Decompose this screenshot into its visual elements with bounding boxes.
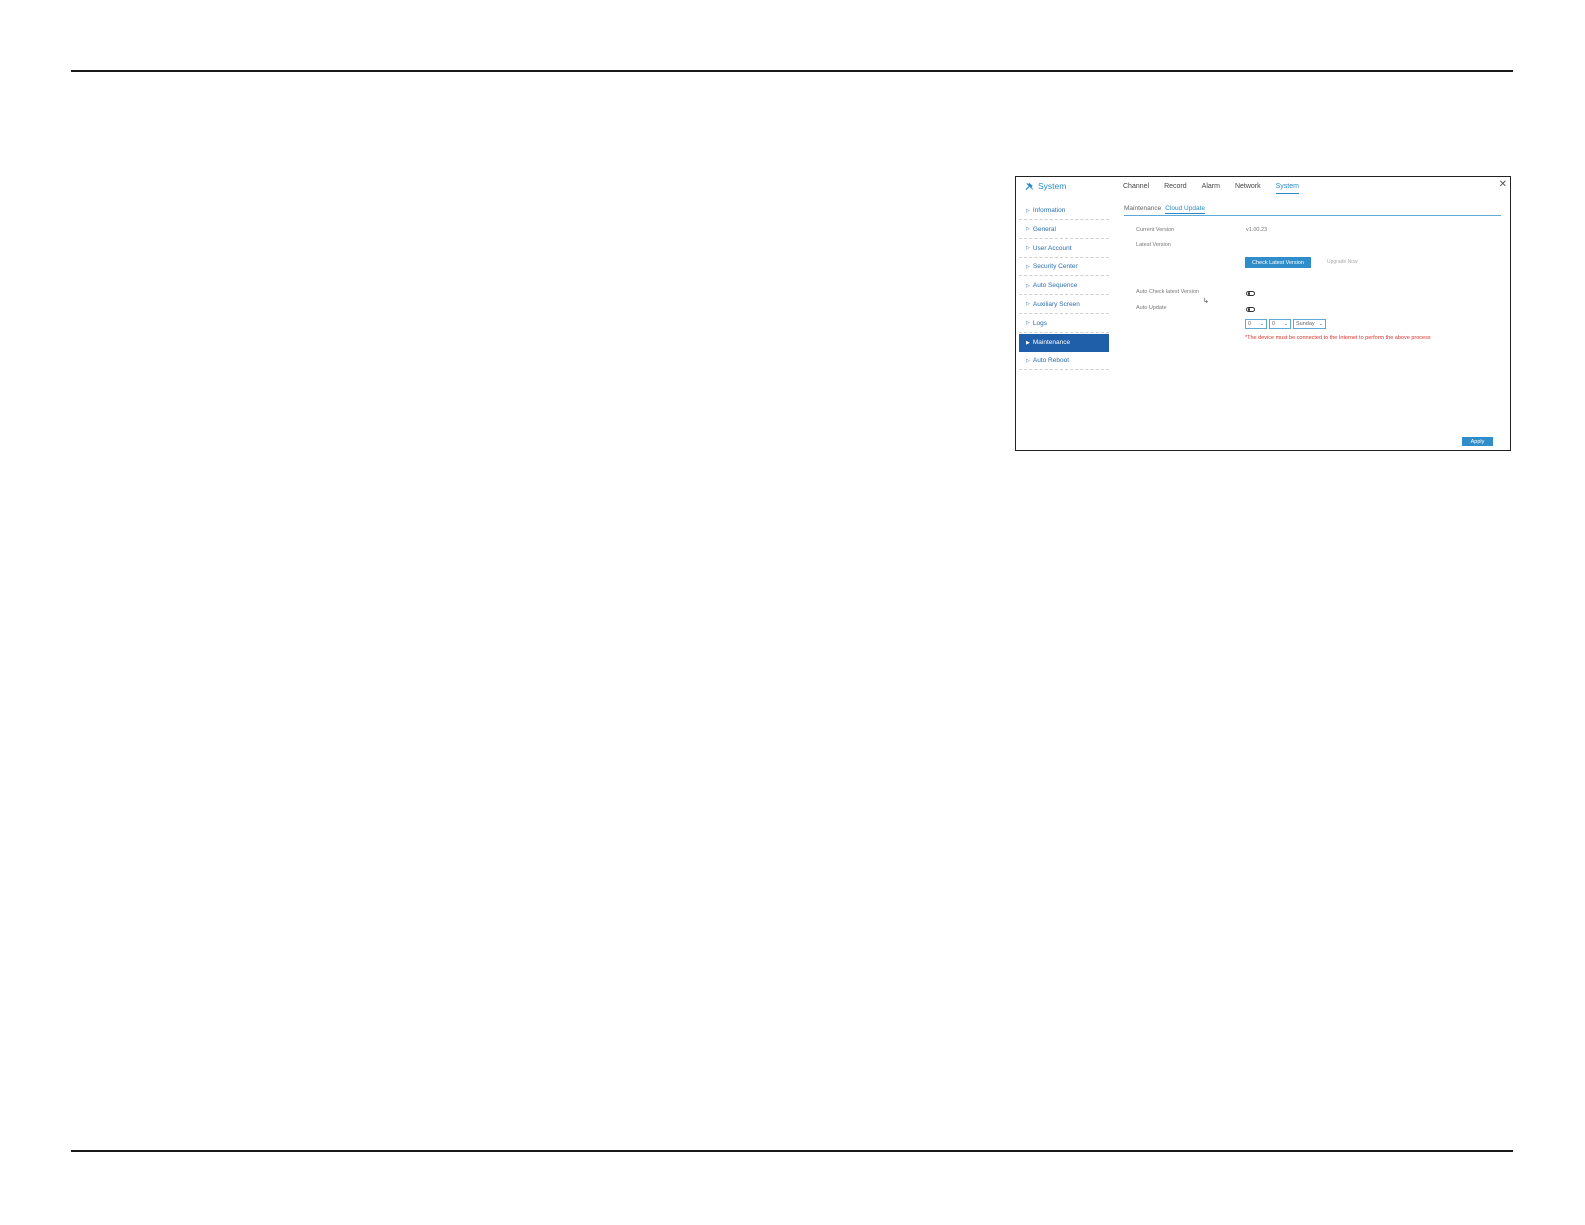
sidebar-item-label: User Account bbox=[1032, 244, 1072, 252]
close-icon[interactable]: ✕ bbox=[1499, 180, 1507, 190]
triangle-right-icon: ▶ bbox=[1026, 339, 1030, 346]
tab-alarm[interactable]: Alarm bbox=[1202, 183, 1220, 194]
tab-network[interactable]: Network bbox=[1235, 183, 1261, 194]
triangle-right-icon: ▷ bbox=[1026, 245, 1030, 252]
sidebar-item-user-account[interactable]: ▷ User Account bbox=[1019, 240, 1109, 258]
apply-button[interactable]: Apply bbox=[1462, 437, 1493, 446]
sidebar-item-general[interactable]: ▷ General bbox=[1019, 221, 1109, 239]
triangle-right-icon: ▷ bbox=[1026, 226, 1030, 233]
sidebar-item-label: Auto Sequence bbox=[1032, 282, 1078, 290]
auto-check-toggle[interactable] bbox=[1246, 291, 1255, 296]
upgrade-now-button[interactable]: Upgrade Now bbox=[1327, 259, 1358, 265]
top-tabs: Channel Record Alarm Network System bbox=[1123, 183, 1314, 194]
current-version-value: v1.00.23 bbox=[1246, 227, 1268, 233]
sidebar-item-maintenance[interactable]: ▶ Maintenance bbox=[1019, 333, 1109, 352]
sidebar-item-information[interactable]: ▷ Information bbox=[1019, 202, 1109, 220]
current-version-label: Current Version bbox=[1136, 227, 1175, 233]
sidebar-item-label: Maintenance bbox=[1032, 339, 1071, 347]
chevron-down-icon: ⌄ bbox=[1283, 321, 1288, 327]
system-title-text: System bbox=[1038, 181, 1067, 191]
top-rule bbox=[71, 70, 1513, 72]
internet-warning: *The device must be connected to the Int… bbox=[1245, 335, 1431, 341]
auto-update-label: Auto Update bbox=[1136, 305, 1167, 311]
tab-cloud-update[interactable]: Cloud Update bbox=[1165, 205, 1205, 214]
sidebar-item-label: Logs bbox=[1032, 319, 1047, 327]
chevron-down-icon: ⌄ bbox=[1259, 321, 1264, 327]
triangle-right-icon: ▷ bbox=[1026, 320, 1030, 327]
hour-select[interactable]: 0 ⌄ bbox=[1245, 319, 1267, 329]
panel-header: System Channel Record Alarm Network Syst… bbox=[1016, 177, 1510, 199]
triangle-right-icon: ▷ bbox=[1026, 282, 1030, 289]
minute-select-value: 0 bbox=[1272, 321, 1276, 327]
bottom-rule bbox=[71, 1150, 1513, 1152]
triangle-right-icon: ▷ bbox=[1026, 357, 1030, 364]
sidebar-item-label: Security Center bbox=[1032, 263, 1078, 271]
sidebar: ▷ Information ▷ General ▷ User Account ▷… bbox=[1019, 202, 1109, 371]
sub-tabs: Maintenance Cloud Update bbox=[1124, 205, 1501, 216]
triangle-right-icon: ▷ bbox=[1026, 263, 1030, 270]
system-settings-screenshot: System Channel Record Alarm Network Syst… bbox=[1015, 176, 1511, 451]
system-title: System bbox=[1025, 181, 1066, 191]
day-select-value: Sunday bbox=[1296, 321, 1315, 327]
minute-select[interactable]: 0 ⌄ bbox=[1269, 319, 1291, 329]
auto-check-label: Auto Check latest Version bbox=[1136, 289, 1199, 295]
sidebar-item-security-center[interactable]: ▷ Security Center bbox=[1019, 258, 1109, 277]
auto-update-toggle[interactable] bbox=[1246, 307, 1255, 312]
triangle-right-icon: ▷ bbox=[1026, 301, 1030, 308]
latest-version-label: Latest Version bbox=[1136, 242, 1171, 248]
hour-select-value: 0 bbox=[1248, 321, 1252, 327]
sidebar-item-auto-reboot[interactable]: ▷ Auto Reboot bbox=[1019, 352, 1109, 371]
triangle-right-icon: ▷ bbox=[1026, 207, 1030, 214]
sidebar-item-label: Auxiliary Screen bbox=[1032, 300, 1080, 308]
tab-maintenance[interactable]: Maintenance bbox=[1124, 205, 1161, 214]
sidebar-item-label: Auto Reboot bbox=[1032, 357, 1069, 365]
sidebar-item-logs[interactable]: ▷ Logs bbox=[1019, 315, 1109, 333]
chevron-down-icon: ⌄ bbox=[1318, 321, 1323, 327]
tab-channel[interactable]: Channel bbox=[1123, 183, 1149, 194]
day-select[interactable]: Sunday ⌄ bbox=[1293, 319, 1326, 329]
check-latest-version-button[interactable]: Check Latest Version bbox=[1245, 257, 1311, 268]
mouse-cursor-icon: ↳ bbox=[1203, 298, 1209, 305]
cloud-update-content: Maintenance Cloud Update Current Version… bbox=[1124, 205, 1501, 341]
sidebar-item-label: Information bbox=[1032, 207, 1066, 214]
sidebar-item-auto-sequence[interactable]: ▷ Auto Sequence bbox=[1019, 277, 1109, 296]
tab-record[interactable]: Record bbox=[1164, 183, 1187, 194]
sidebar-item-auxiliary-screen[interactable]: ▷ Auxiliary Screen bbox=[1019, 296, 1109, 314]
tab-system[interactable]: System bbox=[1275, 183, 1299, 194]
sidebar-item-label: General bbox=[1032, 225, 1056, 233]
wrench-hammer-icon bbox=[1025, 182, 1034, 191]
